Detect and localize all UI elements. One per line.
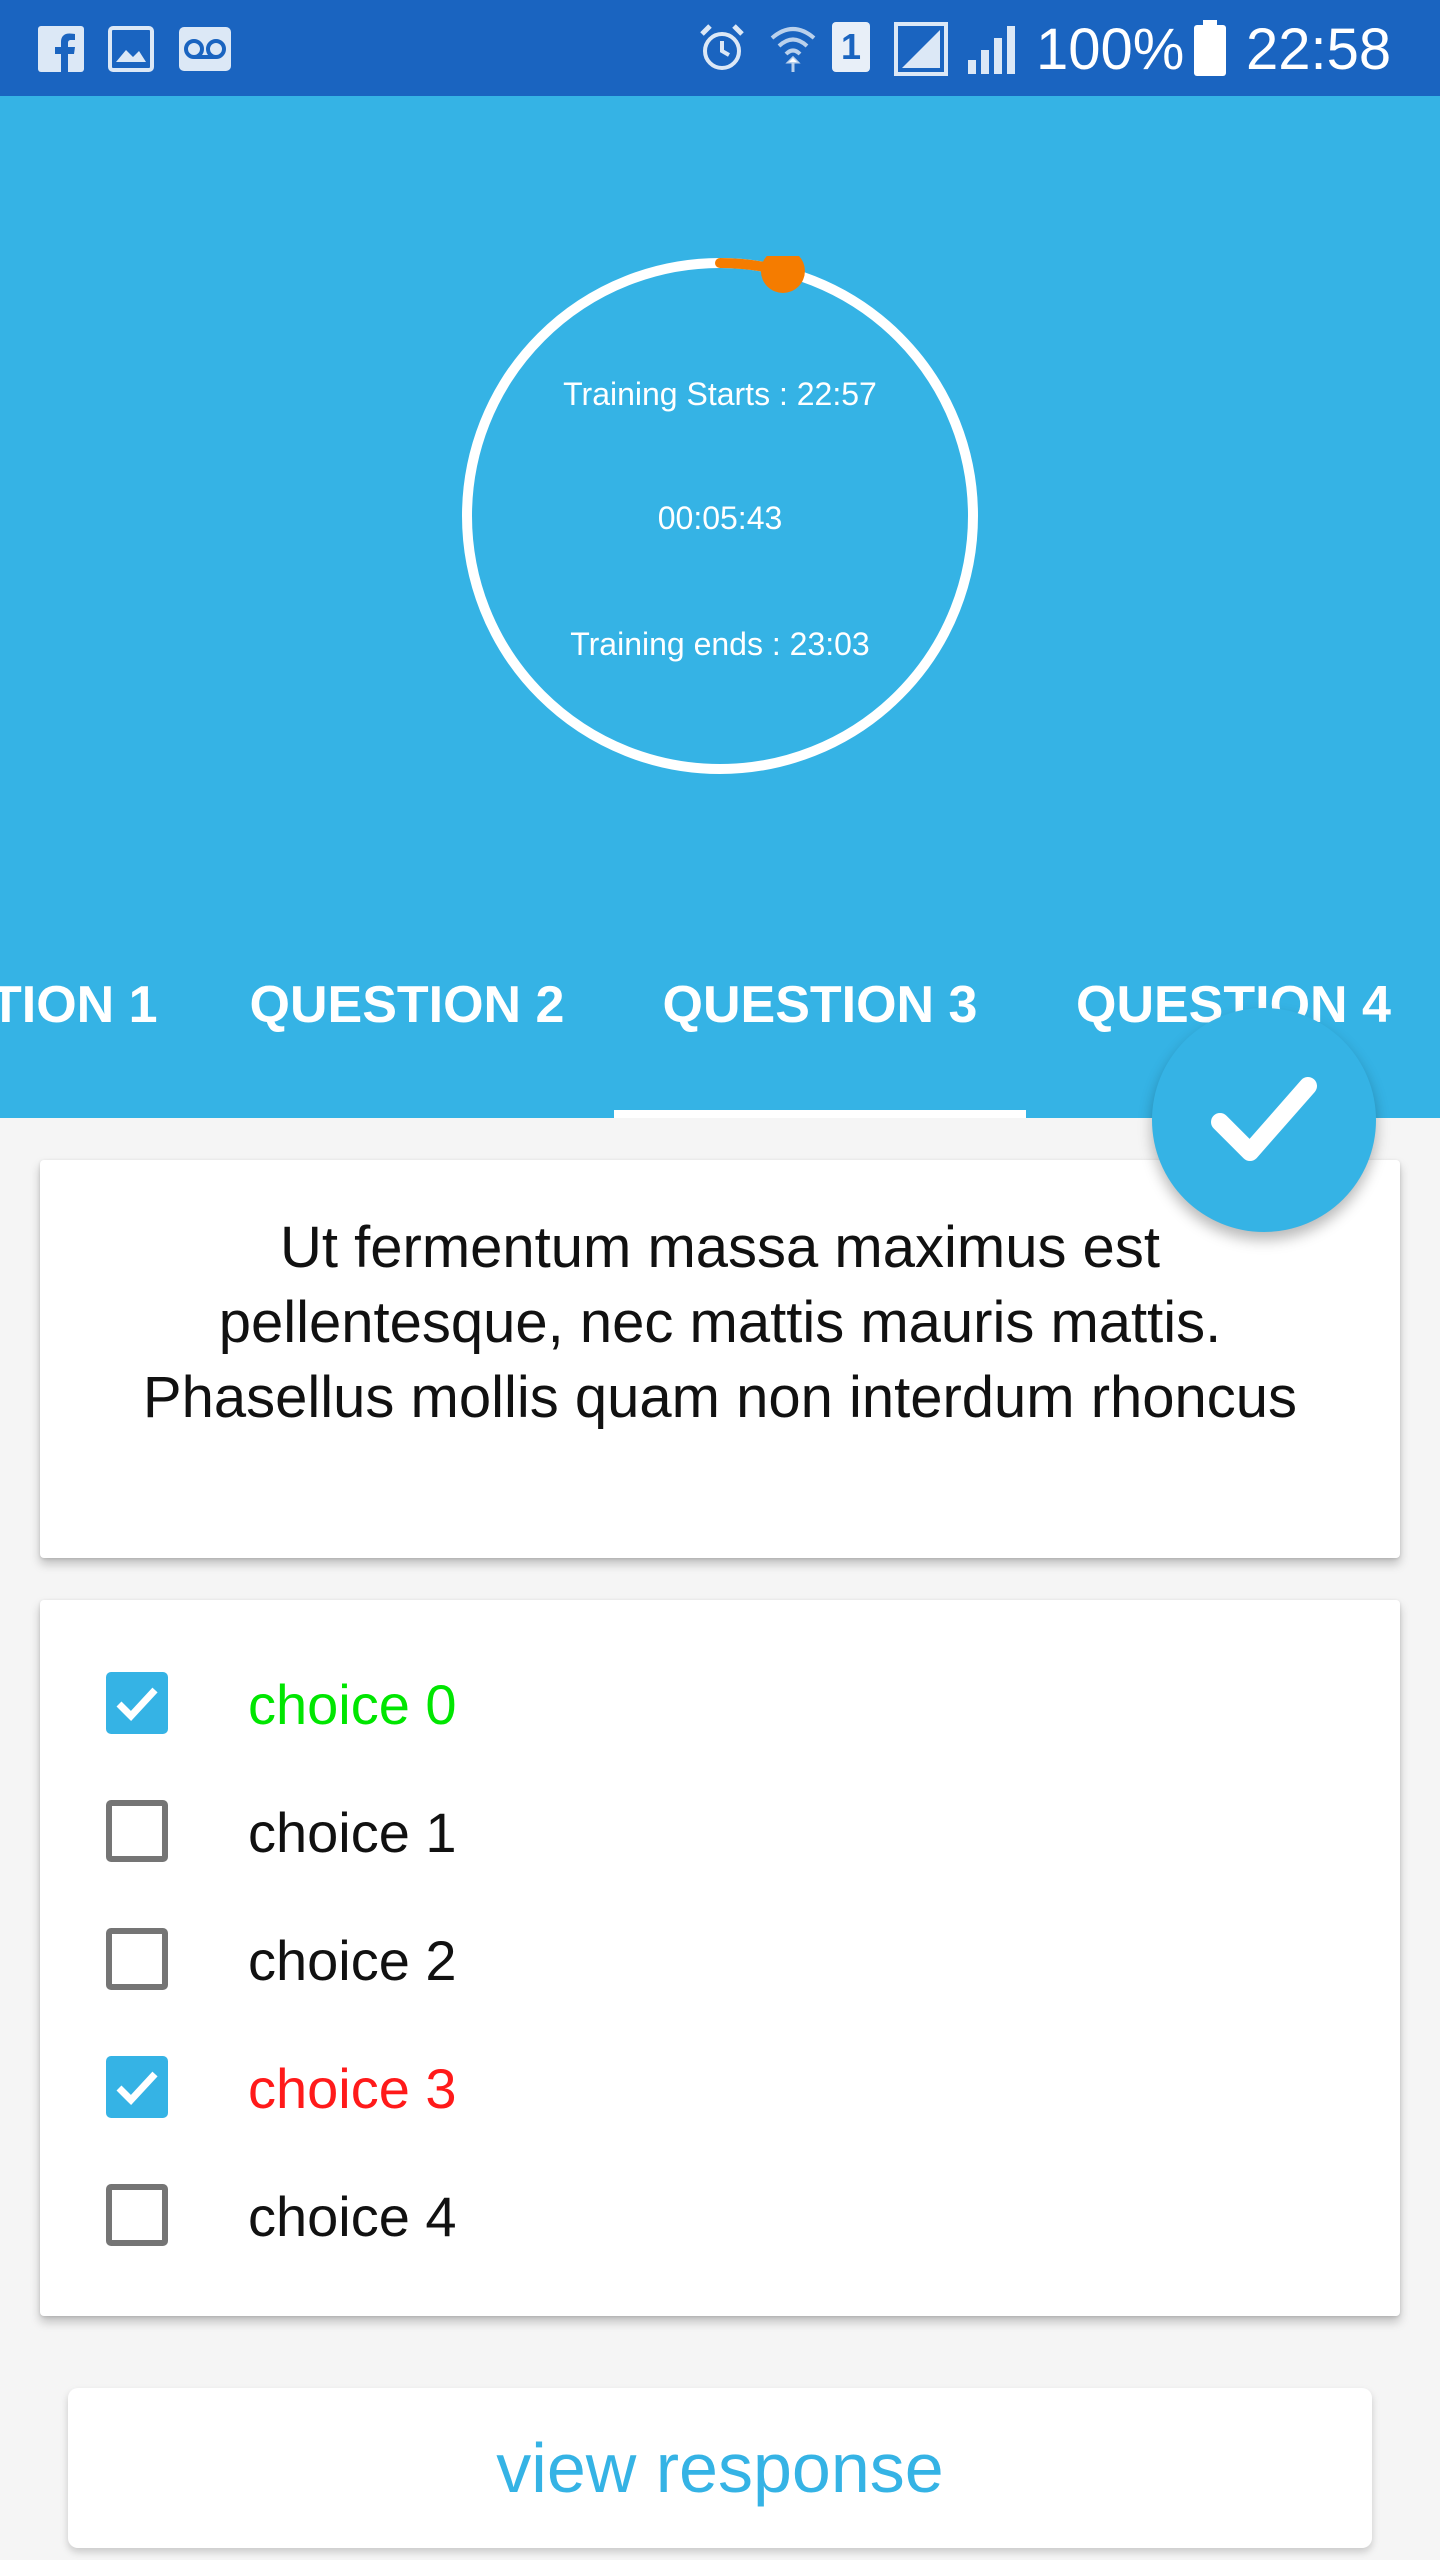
sim-slot-label: 1 (840, 26, 862, 67)
facebook-icon (38, 26, 84, 72)
check-icon (116, 1687, 158, 1722)
checkbox[interactable] (106, 1928, 168, 1990)
battery-icon (1194, 20, 1226, 76)
gallery-icon (108, 26, 154, 72)
timer-progress-knob (760, 256, 805, 293)
choice-label: choice 4 (248, 2185, 457, 2248)
training-start-label: Training Starts : 22:57 (563, 376, 877, 412)
choice-label: choice 3 (248, 2057, 457, 2120)
battery-percent: 100% (1036, 17, 1185, 82)
question-text: Ut fermentum massa maximus est pellentes… (142, 1215, 1298, 1430)
signal-icon (894, 22, 948, 76)
elapsed-time: 00:05:43 (657, 500, 783, 536)
choices-card: choice 0 choice 1 choice 2 choice 3 choi… (40, 1600, 1400, 2316)
sim-icon: 1 (832, 22, 870, 72)
choice-label: choice 1 (248, 1801, 457, 1864)
choice-row[interactable]: choice 2 (106, 1916, 1306, 2006)
view-response-button[interactable]: view response (68, 2388, 1372, 2548)
checkbox[interactable] (106, 2184, 168, 2246)
tab-label: QUESTION 3 (662, 976, 978, 1034)
alarm-icon (700, 24, 744, 70)
signal-icon (968, 26, 1015, 74)
tab-label: TION 1 (0, 976, 158, 1034)
choice-row[interactable]: choice 1 (106, 1788, 1306, 1878)
choice-row[interactable]: choice 3 (106, 2044, 1306, 2134)
voicemail-icon (179, 27, 231, 71)
training-end-label: Training ends : 23:03 (570, 626, 870, 662)
check-icon (116, 2071, 158, 2106)
question-card: Ut fermentum massa maximus est pellentes… (40, 1160, 1400, 1558)
clock: 22:58 (1246, 17, 1392, 82)
tab-indicator (614, 1110, 1026, 1118)
choice-label: choice 2 (248, 1929, 457, 1992)
wifi-icon (770, 27, 816, 72)
tab-question-2[interactable]: QUESTION 2 (200, 950, 614, 1118)
submit-fab-button[interactable] (1152, 1008, 1376, 1232)
status-bar: 1 100% 22:58 (0, 0, 1440, 96)
tab-question-1[interactable]: TION 1 (0, 950, 160, 1118)
tab-question-3[interactable]: QUESTION 3 (614, 950, 1026, 1118)
tab-label: QUESTION 2 (249, 976, 565, 1034)
checkbox[interactable] (106, 2056, 168, 2118)
check-icon (1211, 1077, 1317, 1161)
checkbox[interactable] (106, 1672, 168, 1734)
choice-row[interactable]: choice 0 (106, 1660, 1306, 1750)
choice-row[interactable]: choice 4 (106, 2172, 1306, 2262)
choice-label: choice 0 (248, 1673, 457, 1736)
checkbox[interactable] (106, 1800, 168, 1862)
